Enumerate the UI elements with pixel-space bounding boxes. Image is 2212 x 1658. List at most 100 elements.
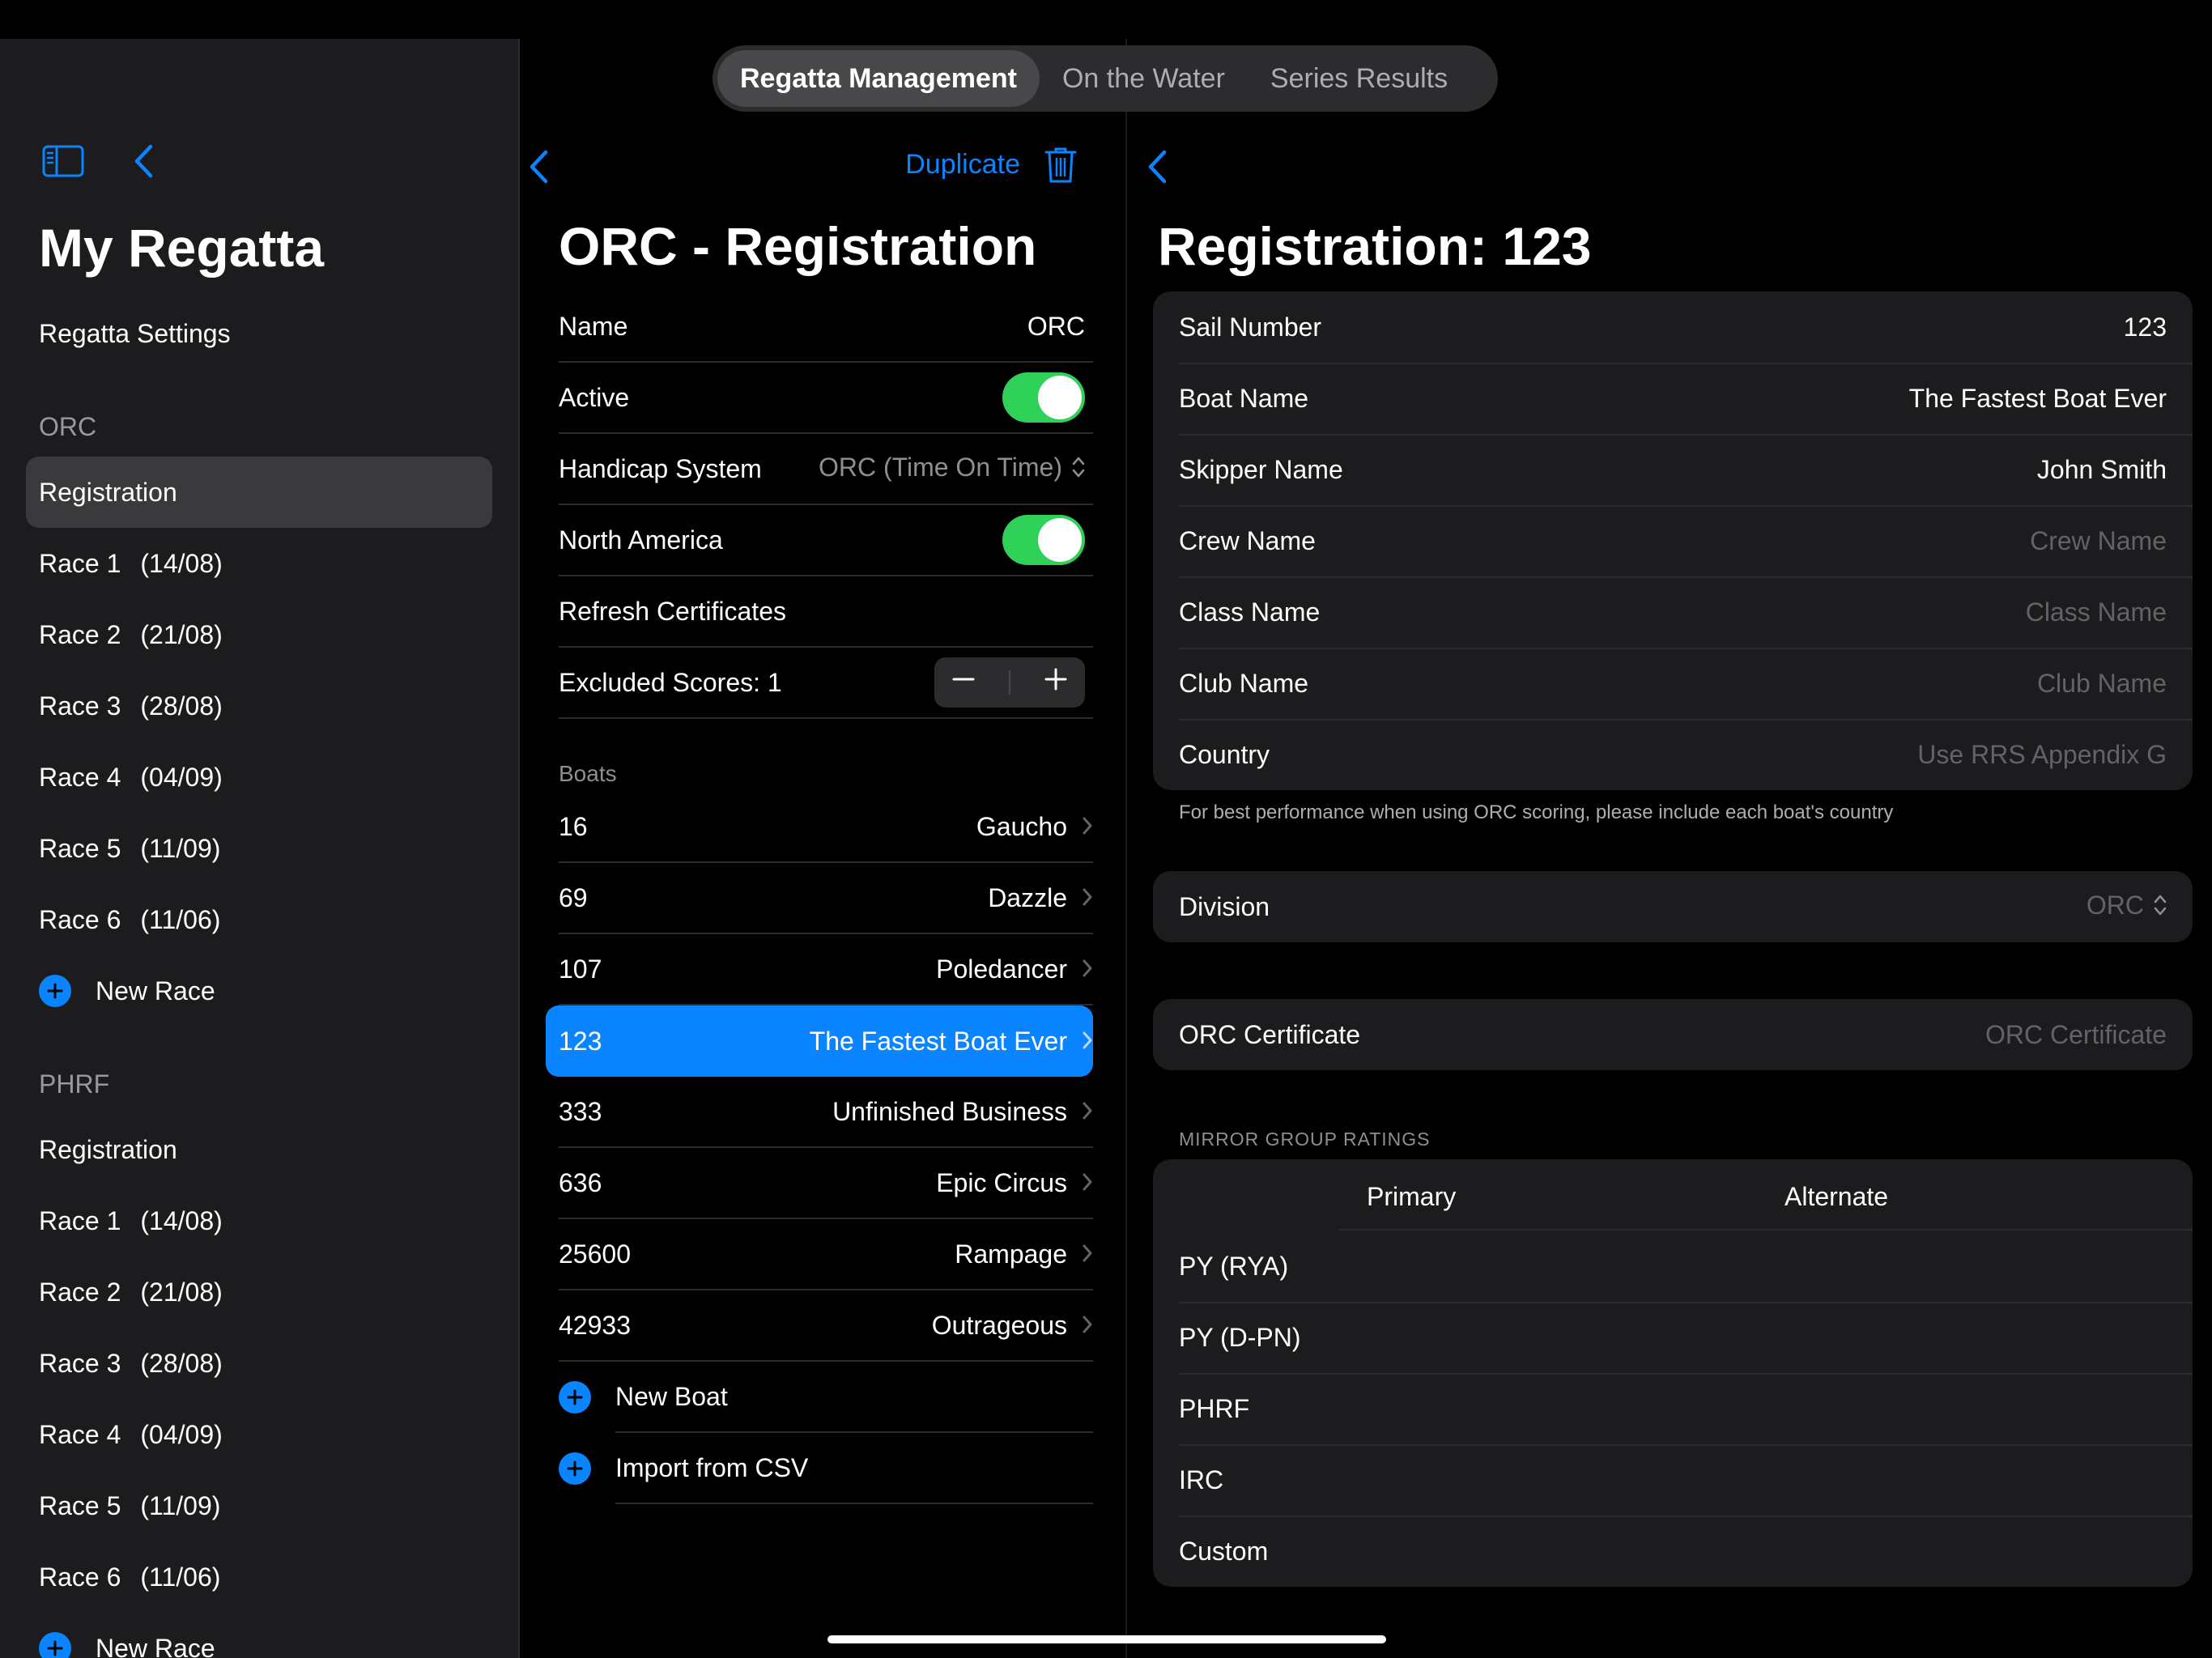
back-chevron-icon[interactable] <box>1146 150 1168 184</box>
boat-sail-number: 123 <box>559 1026 602 1056</box>
field-row[interactable]: Crew Name Crew Name <box>1153 505 2193 576</box>
boat-row[interactable]: 636 Epic Circus <box>559 1148 1093 1219</box>
boat-row[interactable]: 69 Dazzle <box>559 863 1093 934</box>
sidebar-toolbar <box>42 144 154 178</box>
boat-sail-number: 636 <box>559 1167 602 1197</box>
boat-row[interactable]: 333 Unfinished Business <box>559 1077 1093 1148</box>
field-placeholder[interactable]: Class Name <box>2026 597 2167 627</box>
sidebar-item[interactable]: Race 4 (04/09) <box>26 742 492 813</box>
race-date: (14/08) <box>140 1205 223 1235</box>
boat-name: Epic Circus <box>936 1167 1067 1197</box>
import-csv-row[interactable]: Import from CSV <box>559 1433 1093 1504</box>
rating-row[interactable]: PY (D-PN) <box>1153 1302 2193 1373</box>
refresh-certificates-row[interactable]: Refresh Certificates <box>559 576 1093 648</box>
race-date: (14/08) <box>140 548 223 578</box>
boat-name: Rampage <box>955 1239 1067 1269</box>
detail-column: Registration: 123 Sail Number 123 Boat Nam… <box>1127 0 2212 1658</box>
boats-list: 16 Gaucho 69 Dazzle 107 Poledancer 123 The Fast… <box>546 792 1093 1362</box>
sidebar-item[interactable]: Race 3 (28/08) <box>26 1328 492 1399</box>
stepper-divider <box>1008 670 1010 695</box>
sidebar-title: My Regatta <box>39 218 325 278</box>
sidebar-item-label: Race 3 <box>39 1348 121 1378</box>
boat-sail-number: 25600 <box>559 1239 631 1269</box>
field-row[interactable]: Skipper Name John Smith <box>1153 434 2193 505</box>
field-row[interactable]: Country Use RRS Appendix G <box>1153 719 2193 790</box>
orc-certificate-label: ORC Certificate <box>1179 1019 1361 1049</box>
sidebar-item[interactable]: Race 3 (28/08) <box>26 670 492 742</box>
sidebar-item[interactable]: Race 2 (21/08) <box>26 599 492 670</box>
sidebar-item[interactable]: Race 1 (14/08) <box>26 1185 492 1256</box>
field-row[interactable]: Class Name Class Name <box>1153 576 2193 648</box>
field-placeholder[interactable]: Use RRS Appendix G <box>1917 740 2167 770</box>
field-value[interactable]: 123 <box>2124 312 2167 342</box>
excluded-scores-label: Excluded Scores: 1 <box>559 667 782 697</box>
boat-row[interactable]: 16 Gaucho <box>559 792 1093 863</box>
boat-sail-number: 333 <box>559 1096 602 1126</box>
boat-row[interactable]: 123 The Fastest Boat Ever <box>546 1005 1093 1077</box>
chevron-up-down-icon <box>2154 893 2167 923</box>
new-boat-label: New Boat <box>615 1362 1093 1433</box>
new-race-button[interactable]: New Race <box>26 955 492 1027</box>
sidebar-item[interactable]: Race 4 (04/09) <box>26 1399 492 1470</box>
boat-row[interactable]: 42933 Outrageous <box>559 1290 1093 1362</box>
field-placeholder[interactable]: Club Name <box>2037 669 2167 699</box>
sidebar-item-label: Race 6 <box>39 904 121 934</box>
boat-row[interactable]: 25600 Rampage <box>559 1219 1093 1290</box>
excluded-scores-row: Excluded Scores: 1 <box>559 648 1093 719</box>
ratings-header: Primary Alternate <box>1153 1159 2193 1231</box>
orc-certificate-field[interactable]: ORC Certificate <box>1985 1020 2167 1050</box>
race-date: (28/08) <box>140 691 223 721</box>
sidebar-item[interactable]: Race 6 (11/06) <box>26 884 492 955</box>
name-row[interactable]: Name ORC <box>559 291 1093 363</box>
handicap-label: Handicap System <box>559 453 762 483</box>
back-chevron-icon[interactable] <box>133 144 154 178</box>
boat-row-trailing: Epic Circus <box>936 1168 1093 1198</box>
division-picker[interactable]: ORC <box>2087 891 2167 922</box>
minus-icon[interactable] <box>951 667 976 698</box>
boat-row-trailing: Dazzle <box>988 883 1093 913</box>
trash-icon[interactable] <box>1044 146 1077 185</box>
division-row[interactable]: Division ORC <box>1153 871 2193 942</box>
sidebar-item[interactable]: Race 6 (11/06) <box>26 1541 492 1613</box>
boat-row[interactable]: 107 Poledancer <box>559 934 1093 1005</box>
sidebar-item-label: Race 5 <box>39 833 121 863</box>
sidebar-item[interactable]: Registration <box>26 457 492 528</box>
sidebar-item[interactable]: Race 1 (14/08) <box>26 528 492 599</box>
field-value[interactable]: John Smith <box>2037 455 2167 485</box>
field-row[interactable]: Sail Number 123 <box>1153 291 2193 363</box>
back-chevron-icon[interactable] <box>528 150 549 184</box>
country-footnote: For best performance when using ORC scor… <box>1179 801 1894 823</box>
handicap-system-row[interactable]: Handicap System ORC (Time On Time) <box>559 434 1093 505</box>
sidebar-item[interactable]: Race 5 (11/09) <box>26 1470 492 1541</box>
home-indicator[interactable] <box>827 1635 1386 1643</box>
field-row[interactable]: Boat Name The Fastest Boat Ever <box>1153 363 2193 434</box>
race-date: (28/08) <box>140 1348 223 1378</box>
plus-icon[interactable] <box>1044 667 1068 698</box>
sidebar-item[interactable]: Registration <box>26 1114 492 1185</box>
active-toggle[interactable] <box>1002 372 1085 423</box>
new-race-button[interactable]: New Race <box>26 1613 492 1658</box>
boat-details-card: Sail Number 123 Boat Name The Fastest Boat … <box>1153 291 2193 790</box>
regatta-settings-item[interactable]: Regatta Settings <box>26 298 492 369</box>
race-date: (11/09) <box>140 833 221 863</box>
sidebar-item[interactable]: Race 2 (21/08) <box>26 1256 492 1328</box>
field-row[interactable]: Club Name Club Name <box>1153 648 2193 719</box>
new-boat-row[interactable]: New Boat <box>559 1362 1093 1433</box>
chevron-right-icon <box>1082 954 1093 984</box>
orc-certificate-row[interactable]: ORC Certificate ORC Certificate <box>1153 999 2193 1070</box>
duplicate-button[interactable]: Duplicate <box>905 149 1020 181</box>
rating-row[interactable]: PY (RYA) <box>1153 1231 2193 1302</box>
sidebar-section-header: PHRF <box>39 1069 110 1099</box>
field-value[interactable]: The Fastest Boat Ever <box>1909 384 2167 414</box>
rating-row[interactable]: IRC <box>1153 1444 2193 1516</box>
sidebar-toggle-icon[interactable] <box>42 145 84 177</box>
add-circle-icon <box>559 1381 591 1414</box>
sidebar-item[interactable]: Race 5 (11/09) <box>26 813 492 884</box>
excluded-scores-stepper <box>934 657 1085 708</box>
handicap-picker[interactable]: ORC (Time On Time) <box>819 453 1085 484</box>
field-placeholder[interactable]: Crew Name <box>2030 526 2167 556</box>
rating-row[interactable]: PHRF <box>1153 1373 2193 1444</box>
rating-row[interactable]: Custom <box>1153 1516 2193 1587</box>
north-america-toggle[interactable] <box>1002 515 1085 565</box>
sidebar-item-label: Registration <box>39 1134 177 1164</box>
